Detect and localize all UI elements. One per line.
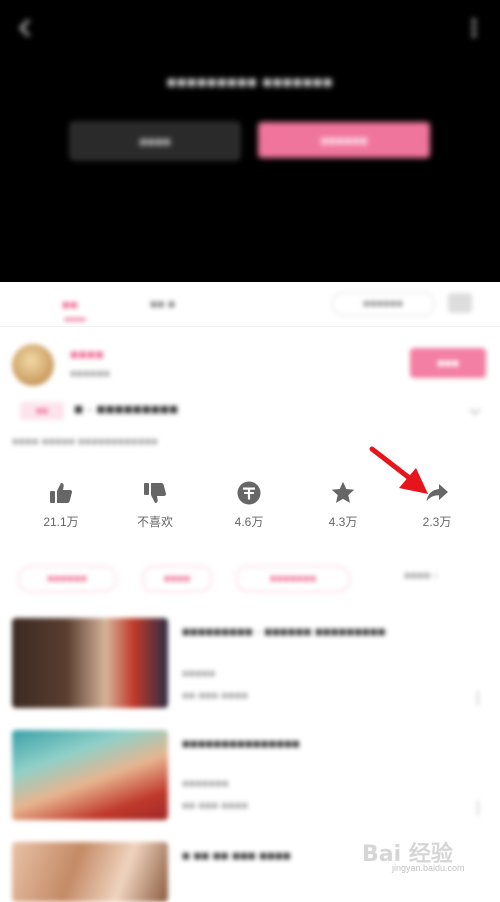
related-thumbnail[interactable]: [12, 618, 168, 708]
related-thumbnail[interactable]: [12, 730, 168, 820]
watermark: Bai 经验 jingyan.baidu.com: [362, 836, 494, 876]
favorite-count: 4.3万: [328, 515, 358, 529]
like-button[interactable]: 21.1万: [21, 480, 101, 530]
related-title[interactable]: ■■■■■■■■■■■■■■■: [182, 734, 472, 753]
player-message: ■■■■■■■■■ ■■■■■■■: [166, 74, 334, 91]
tab-active-indicator: [64, 318, 86, 321]
watermark-url: jingyan.baidu.com: [392, 863, 465, 873]
more-options-icon[interactable]: [462, 16, 486, 40]
player-primary-button[interactable]: ■■■■■■: [258, 122, 430, 158]
video-tag: ■■: [20, 402, 64, 420]
follow-button[interactable]: ■■■: [410, 348, 486, 378]
dislike-button[interactable]: 不喜欢: [115, 480, 195, 530]
annotation-arrow-icon: [369, 446, 428, 494]
player-secondary-button[interactable]: ■■■■: [70, 122, 240, 160]
related-uploader: ■■■■■■■: [182, 778, 229, 790]
danmaku-input[interactable]: ■■■■■■: [332, 292, 434, 316]
related-stats: ■■ ■■■ ■■■■: [182, 690, 248, 702]
hashtags-more[interactable]: ■■■■ ›: [404, 570, 437, 582]
avatar[interactable]: [12, 344, 54, 386]
related-stats: ■■ ■■■ ■■■■: [182, 800, 248, 812]
thumbs-down-icon: [144, 483, 167, 503]
video-meta: ■■■■ ■■■■■ ■■■■■■■■■■■■: [12, 436, 158, 448]
uploader-fans: ■■■■■■: [70, 368, 110, 380]
hashtag-chip[interactable]: ■■■■■■: [18, 566, 116, 592]
star-icon: [331, 481, 355, 503]
tab-comments[interactable]: ■■ ■: [150, 297, 175, 311]
tab-intro[interactable]: ■■: [62, 297, 78, 312]
more-options-icon[interactable]: [470, 800, 486, 816]
related-thumbnail[interactable]: [12, 842, 168, 902]
danmaku-toggle[interactable]: [448, 293, 472, 313]
back-arrow-icon[interactable]: [14, 16, 38, 40]
chevron-down-icon[interactable]: [468, 404, 482, 418]
video-player[interactable]: ■■■■■■■■■ ■■■■■■■ ■■■■ ■■■■■■: [0, 0, 500, 282]
like-count: 21.1万: [43, 515, 79, 529]
coin-button[interactable]: 4.6万: [209, 480, 289, 530]
related-uploader: ■■■■■: [182, 668, 216, 680]
related-title[interactable]: ■■■■■■■■■ · ■■■■■■ ■■■■■■■■■: [182, 622, 472, 641]
coin-count: 4.6万: [234, 515, 264, 529]
more-options-icon[interactable]: [470, 690, 486, 706]
share-count: 2.3万: [422, 515, 452, 529]
dislike-label: 不喜欢: [136, 515, 173, 529]
coin-icon: [237, 481, 261, 505]
uploader-name[interactable]: ■■■■: [70, 346, 104, 362]
video-title: ■ · ■■■■■■■■■: [74, 401, 178, 418]
hashtag-chip[interactable]: ■■■■■■■: [236, 566, 350, 592]
thumbs-up-icon: [50, 483, 73, 503]
hashtag-chip[interactable]: ■■■■: [142, 566, 212, 592]
tab-bar: ■■ ■■ ■ ■■■■■■: [0, 282, 500, 327]
